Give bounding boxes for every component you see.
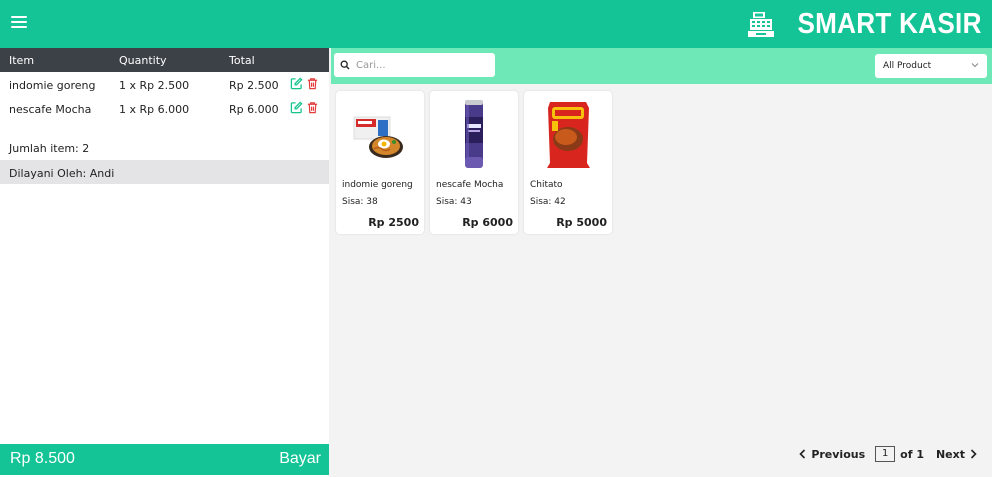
column-quantity: Quantity [119, 54, 167, 67]
product-price: Rp 6000 [462, 216, 513, 229]
cash-register-icon [748, 12, 775, 37]
product-image [547, 102, 590, 168]
catalog-toolbar: All Product [331, 48, 992, 84]
cart-item-quantity: 1 x Rp 2.500 [119, 79, 190, 92]
category-select[interactable]: All Product [875, 54, 987, 78]
cart-table-header: Item Quantity Total [0, 48, 329, 72]
pagination: Previous 1 of 1 Next [798, 446, 978, 462]
search-input[interactable] [356, 59, 486, 71]
product-card-chitato[interactable]: Chitato Sisa: 42 Rp 5000 [524, 91, 612, 234]
pay-button[interactable]: Bayar [279, 450, 321, 468]
catalog-panel: All Product indomie goreng Sisa: 38 Rp 2… [331, 48, 992, 477]
previous-button[interactable]: Previous [798, 448, 865, 461]
next-label: Next [935, 447, 965, 461]
category-selected: All Product [883, 61, 932, 71]
search-icon [340, 60, 350, 70]
product-stock: Sisa: 42 [530, 197, 566, 207]
trash-icon[interactable] [306, 101, 319, 114]
page-total: of 1 [900, 447, 924, 461]
cart-row: indomie goreng 1 x Rp 2.500 Rp 2.500 [0, 72, 329, 96]
product-card-nescafe[interactable]: nescafe Mocha Sisa: 43 Rp 6000 [430, 91, 518, 234]
edit-icon[interactable] [290, 101, 303, 114]
cart-item-total: Rp 6.000 [229, 103, 279, 116]
served-by: Dilayani Oleh: Andi [0, 160, 329, 184]
brand: SMART KASIR [747, 6, 982, 42]
chevron-right-icon [970, 449, 977, 459]
product-price: Rp 2500 [368, 216, 419, 229]
search-box[interactable] [334, 53, 495, 77]
column-total: Total [229, 54, 255, 67]
top-bar: SMART KASIR [0, 0, 992, 48]
product-stock: Sisa: 43 [436, 197, 472, 207]
cart-item-name: nescafe Mocha [9, 103, 92, 116]
next-button[interactable]: Next [936, 448, 978, 461]
product-image [465, 100, 483, 168]
previous-label: Previous [811, 447, 866, 461]
cart-panel: Item Quantity Total indomie goreng 1 x R… [0, 48, 329, 477]
column-item: Item [9, 54, 35, 67]
product-name: nescafe Mocha [436, 180, 504, 190]
product-name: indomie goreng [342, 180, 413, 190]
product-card-indomie[interactable]: indomie goreng Sisa: 38 Rp 2500 [336, 91, 424, 234]
edit-icon[interactable] [290, 77, 303, 90]
trash-icon[interactable] [306, 77, 319, 90]
page-number-input[interactable]: 1 [875, 446, 896, 462]
item-count: Jumlah item: 2 [9, 142, 90, 155]
product-stock: Sisa: 38 [342, 197, 378, 207]
grand-total: Rp 8.500 [10, 450, 75, 467]
brand-title: SMART KASIR [797, 7, 982, 40]
cart-item-name: indomie goreng [9, 79, 96, 92]
cart-item-total: Rp 2.500 [229, 79, 279, 92]
hamburger-icon[interactable] [11, 13, 27, 33]
product-image [353, 116, 403, 158]
chevron-left-icon [799, 449, 806, 459]
checkout-bar: Rp 8.500 Bayar [0, 444, 329, 475]
cart-row: nescafe Mocha 1 x Rp 6.000 Rp 6.000 [0, 96, 329, 120]
product-name: Chitato [530, 180, 563, 190]
product-price: Rp 5000 [556, 216, 607, 229]
cart-item-quantity: 1 x Rp 6.000 [119, 103, 190, 116]
chevron-down-icon [971, 63, 979, 68]
